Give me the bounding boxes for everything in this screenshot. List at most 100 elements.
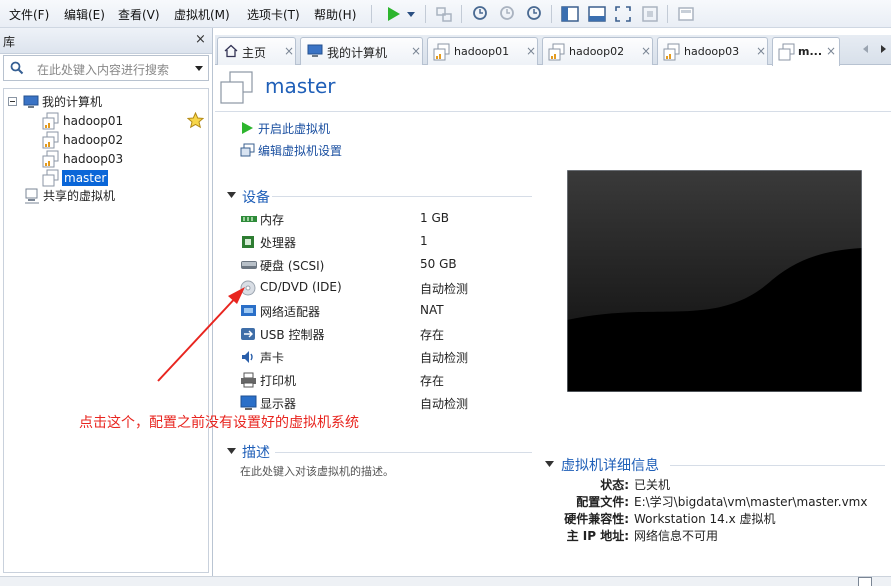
vm-preview-thumbnail[interactable]	[567, 170, 862, 392]
network-send-icon[interactable]	[434, 4, 454, 24]
toolbar-divider	[551, 5, 552, 23]
section-divider	[275, 452, 532, 453]
library-search-box[interactable]: 在此处键入内容进行搜索	[3, 55, 209, 81]
tree-label-vm-selected: master	[62, 170, 109, 186]
collapse-devices-icon[interactable]	[227, 191, 236, 199]
toolbar-divider	[667, 5, 668, 23]
tab-home[interactable]: 主页 ×	[217, 37, 296, 65]
usb-icon	[241, 328, 255, 340]
device-row-usb[interactable]: USB 控制器 存在	[240, 324, 500, 344]
device-row-sound[interactable]: 声卡 自动检测	[240, 347, 500, 367]
device-value: 自动检测	[420, 282, 469, 296]
favorite-star-icon[interactable]	[187, 112, 204, 129]
device-value: 存在	[420, 328, 445, 342]
tab-close-button[interactable]: ×	[526, 44, 536, 58]
collapse-description-icon[interactable]	[227, 447, 236, 455]
status-icon[interactable]	[858, 577, 872, 586]
menu-help[interactable]: 帮助(H)	[314, 6, 356, 23]
detail-value-compat: Workstation 14.x 虚拟机	[634, 512, 776, 526]
device-row-display[interactable]: 显示器 自动检测	[240, 393, 500, 413]
tab-scroll-right-icon[interactable]	[879, 44, 887, 54]
vm-icon	[42, 131, 59, 149]
computer-icon	[23, 95, 39, 108]
menu-file[interactable]: 文件(F)	[9, 6, 49, 23]
console-view-icon[interactable]	[676, 4, 696, 24]
collapse-icon[interactable]	[8, 97, 17, 106]
toolbar-divider	[425, 5, 426, 23]
device-row-memory[interactable]: 内存 1 GB	[240, 209, 500, 229]
description-input[interactable]: 在此处键入对该虚拟机的描述。	[240, 463, 394, 479]
home-icon	[224, 44, 238, 58]
tab-scroll-left-icon[interactable]	[862, 44, 870, 54]
collapse-details-icon[interactable]	[545, 460, 554, 468]
tab-close-button[interactable]: ×	[641, 44, 651, 58]
tab-hadoop02[interactable]: hadoop02 ×	[542, 37, 653, 65]
settings-icon	[240, 143, 255, 157]
library-tree: 我的计算机 hadoop01 hadoop02 hadoop03 master …	[3, 88, 209, 573]
tab-label: m...	[798, 45, 822, 58]
unity-icon[interactable]	[640, 4, 660, 24]
menu-vm[interactable]: 虚拟机(M)	[174, 6, 230, 23]
snapshot-icon[interactable]	[470, 4, 490, 24]
device-row-hdd[interactable]: 硬盘 (SCSI) 50 GB	[240, 255, 500, 275]
device-value: 1 GB	[420, 211, 449, 225]
edit-settings-label: 编辑虚拟机设置	[258, 144, 343, 158]
menu-tabs[interactable]: 选项卡(T)	[247, 6, 300, 23]
menu-edit[interactable]: 编辑(E)	[64, 6, 105, 23]
detail-value-ip: 网络信息不可用	[634, 529, 719, 543]
vm-icon	[663, 43, 680, 61]
library-header: 库 ×	[0, 28, 212, 54]
vm-icon	[548, 43, 565, 61]
device-value: NAT	[420, 303, 444, 317]
tree-label-vm: hadoop01	[63, 114, 124, 128]
tab-my-computer[interactable]: 我的计算机 ×	[300, 37, 423, 65]
show-library-icon[interactable]	[560, 4, 580, 24]
device-row-cd[interactable]: CD/DVD (IDE) 自动检测	[240, 278, 500, 298]
device-row-cpu[interactable]: 处理器 1	[240, 232, 500, 252]
tree-item-hadoop02[interactable]: hadoop02	[42, 131, 162, 149]
tree-item-hadoop03[interactable]: hadoop03	[42, 150, 162, 168]
detail-label-config: 配置文件:	[576, 495, 629, 509]
search-input[interactable]: 在此处键入内容进行搜索	[37, 61, 169, 78]
device-name: 内存	[260, 213, 285, 227]
annotation-text: 点击这个，配置之前没有设置好的虚拟机系统	[79, 415, 359, 431]
tab-label: 我的计算机	[327, 46, 388, 60]
edit-settings-link[interactable]: 编辑虚拟机设置	[240, 141, 370, 159]
device-row-network[interactable]: 网络适配器 NAT	[240, 301, 500, 321]
fullscreen-icon[interactable]	[613, 4, 633, 24]
tree-item-hadoop01[interactable]: hadoop01	[42, 112, 207, 130]
tab-label: hadoop03	[684, 45, 740, 58]
vm-icon	[42, 112, 59, 130]
status-bar	[0, 576, 891, 586]
show-thumbnail-icon[interactable]	[587, 4, 607, 24]
tab-close-button[interactable]: ×	[756, 44, 766, 58]
search-icon	[10, 61, 24, 75]
chevron-down-icon[interactable]	[194, 65, 204, 73]
tab-hadoop03[interactable]: hadoop03 ×	[657, 37, 768, 65]
power-on-icon[interactable]	[383, 4, 403, 24]
device-name: 打印机	[260, 374, 297, 388]
tab-close-button[interactable]: ×	[284, 44, 294, 58]
device-name: CD/DVD (IDE)	[260, 280, 342, 294]
tab-master[interactable]: m... ×	[772, 37, 840, 66]
tree-item-master[interactable]: master	[42, 169, 162, 187]
detail-label-state: 状态:	[600, 478, 629, 492]
power-dropdown-icon[interactable]	[405, 4, 417, 24]
tree-item-shared-vms[interactable]: 共享的虚拟机	[24, 187, 174, 205]
snapshot-manager-icon[interactable]	[524, 4, 544, 24]
tab-close-button[interactable]: ×	[826, 44, 836, 58]
library-close-button[interactable]: ×	[195, 32, 206, 47]
vm-icon	[778, 43, 795, 61]
power-on-link[interactable]: 开启此虚拟机	[240, 119, 360, 137]
tree-item-my-computer[interactable]: 我的计算机	[8, 93, 188, 111]
tab-close-button[interactable]: ×	[411, 44, 421, 58]
revert-snapshot-icon[interactable]	[497, 4, 517, 24]
device-value: 50 GB	[420, 257, 457, 271]
device-list: 内存 1 GB 处理器 1 硬盘 (SCSI) 50 GB CD/DVD (ID…	[240, 209, 540, 419]
devices-section-title: 设备	[242, 190, 270, 206]
device-row-printer[interactable]: 打印机 存在	[240, 370, 500, 390]
tab-hadoop01[interactable]: hadoop01 ×	[427, 37, 538, 65]
vm-icon	[42, 169, 59, 187]
section-divider	[670, 465, 885, 466]
menu-view[interactable]: 查看(V)	[118, 6, 160, 23]
